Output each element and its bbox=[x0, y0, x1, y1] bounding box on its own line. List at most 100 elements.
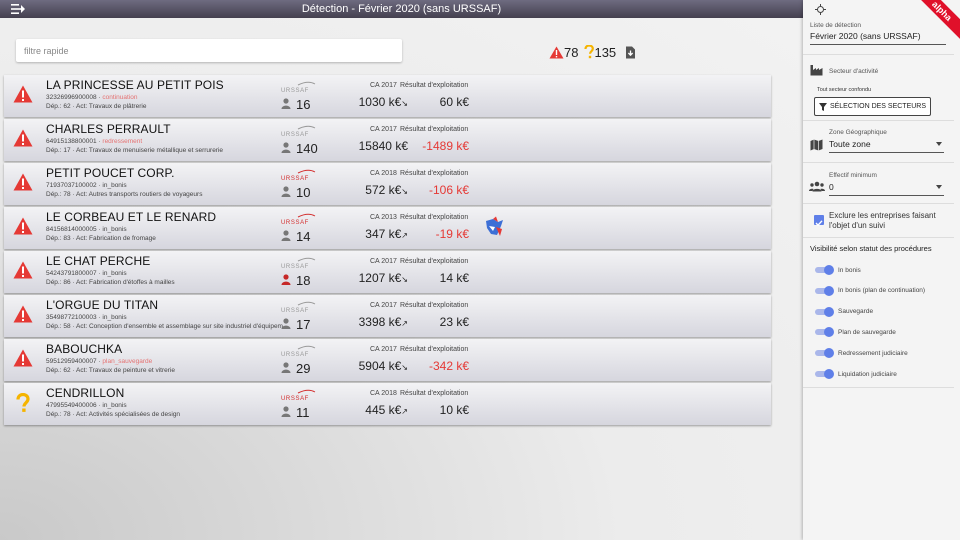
procedure-toggle-row: In bonis (plan de continuation) bbox=[815, 285, 925, 297]
result-label: Résultat d'exploitation bbox=[400, 214, 469, 221]
company-list: LA PRINCESSE AU PETIT POIS 3232699690000… bbox=[4, 75, 771, 427]
siret-line: 54243791800007 · in_bonis bbox=[46, 270, 127, 277]
effectif-icon bbox=[281, 98, 291, 109]
zone-select-underline bbox=[829, 152, 944, 153]
company-card[interactable]: LA PRINCESSE AU PETIT POIS 3232699690000… bbox=[4, 75, 771, 117]
ca-year: CA 2013 bbox=[370, 214, 397, 221]
svg-text:URSSAF: URSSAF bbox=[281, 396, 309, 401]
activity-line: Dép.: 78 · Act: Activités spécialisées d… bbox=[46, 411, 181, 418]
exclude-checkbox[interactable] bbox=[814, 215, 824, 227]
ca-year: CA 2017 bbox=[370, 126, 397, 133]
company-card[interactable]: PETIT POUCET CORP. 71937037100002 · in_b… bbox=[4, 163, 771, 205]
zone-select[interactable]: Toute zone bbox=[829, 139, 871, 149]
urssaf-logo-icon: URSSAF bbox=[281, 389, 316, 401]
procedure-toggle-row: Liquidation judiciaire bbox=[815, 368, 897, 380]
company-card[interactable]: L'ORGUE DU TITAN 35498772100003 · in_bon… bbox=[4, 295, 771, 337]
company-name[interactable]: PETIT POUCET CORP. bbox=[46, 166, 175, 180]
download-icon[interactable] bbox=[625, 46, 636, 59]
list-select[interactable]: Février 2020 (sans URSSAF) bbox=[810, 31, 921, 41]
procedure-toggle[interactable] bbox=[815, 285, 834, 296]
activity-line: Dép.: 86 · Act: Fabrication d'étoffes à … bbox=[46, 279, 175, 286]
activity-line: Dép.: 17 · Act: Travaux de menuiserie mé… bbox=[46, 147, 224, 154]
ca-year: CA 2017 bbox=[370, 82, 397, 89]
zone-dropdown-icon[interactable] bbox=[936, 142, 942, 146]
siret-line: 47995549400006 · in_bonis bbox=[46, 402, 127, 409]
procedure-toggle[interactable] bbox=[815, 369, 834, 379]
company-name[interactable]: CENDRILLON bbox=[46, 386, 124, 400]
company-name[interactable]: CHARLES PERRAULT bbox=[46, 122, 171, 136]
siret-line: 35498772100003 · in_bonis bbox=[46, 314, 127, 321]
effectif-value: 140 bbox=[296, 141, 318, 156]
procedure-toggle[interactable] bbox=[815, 348, 834, 359]
siret-line: 59512959400007 · plan_sauvegarde bbox=[46, 358, 153, 365]
level-indicator bbox=[4, 207, 42, 249]
procedure-toggle[interactable] bbox=[815, 306, 834, 317]
effectif-value: 10 bbox=[296, 185, 311, 200]
company-card[interactable]: CENDRILLON 47995549400006 · in_bonis Dép… bbox=[4, 383, 771, 425]
svg-text:URSSAF: URSSAF bbox=[281, 220, 309, 225]
result-value: -1489 k€ bbox=[422, 139, 469, 153]
activity-line: Dép.: 62 · Act: Travaux de peinture et v… bbox=[46, 367, 175, 374]
effectif-icon bbox=[281, 230, 291, 241]
counters: 78 135 bbox=[549, 44, 636, 60]
search-input[interactable]: filtre rapide bbox=[16, 39, 402, 62]
svg-text:URSSAF: URSSAF bbox=[281, 308, 309, 313]
ca-year: CA 2018 bbox=[370, 170, 397, 177]
procedure-status: in_bonis bbox=[102, 402, 127, 409]
siret-line: 32326996900008 · continuation bbox=[46, 94, 138, 101]
level-indicator bbox=[4, 251, 42, 293]
effectif-select-underline bbox=[829, 195, 944, 196]
siret: 54243791800007 bbox=[46, 270, 97, 277]
effectif-select[interactable]: 0 bbox=[829, 182, 834, 192]
company-name[interactable]: LA PRINCESSE AU PETIT POIS bbox=[46, 78, 224, 92]
list-label: Liste de détection bbox=[810, 22, 861, 29]
activity-line: Dép.: 83 · Act: Fabrication de fromage bbox=[46, 235, 156, 242]
result-value: 14 k€ bbox=[439, 271, 469, 285]
company-card[interactable]: BABOUCHKA 59512959400007 · plan_sauvegar… bbox=[4, 339, 771, 381]
procedure-toggle[interactable] bbox=[815, 327, 834, 338]
crosshair-icon[interactable] bbox=[815, 4, 826, 15]
procedure-label: Sauvegarde bbox=[838, 308, 874, 316]
procedure-label: Liquidation judiciaire bbox=[838, 370, 897, 378]
urssaf-logo-icon: URSSAF bbox=[281, 169, 316, 181]
result-label: Résultat d'exploitation bbox=[400, 126, 469, 133]
company-name[interactable]: LE CHAT PERCHE bbox=[46, 254, 150, 268]
ca-year: CA 2018 bbox=[370, 390, 397, 397]
siret-line: 84156814000005 · in_bonis bbox=[46, 226, 127, 233]
siret: 59512959400007 bbox=[46, 358, 97, 365]
company-card[interactable]: LE CHAT PERCHE 54243791800007 · in_bonis… bbox=[4, 251, 771, 293]
level-indicator bbox=[4, 119, 42, 161]
effectif-dropdown-icon[interactable] bbox=[936, 185, 942, 189]
siret: 47995549400006 bbox=[46, 402, 97, 409]
company-name[interactable]: BABOUCHKA bbox=[46, 342, 122, 356]
procedure-status: continuation bbox=[102, 94, 138, 101]
company-card[interactable]: CHARLES PERRAULT 64915138800001 · redres… bbox=[4, 119, 771, 161]
alert-icon bbox=[13, 305, 33, 323]
select-sectors-button[interactable]: SÉLECTION DES SECTEURS bbox=[814, 97, 931, 116]
exclude-label: Exclure les entreprises faisant l'objet … bbox=[829, 211, 936, 230]
svg-text:URSSAF: URSSAF bbox=[281, 352, 309, 357]
siret-line: 71937037100002 · in_bonis bbox=[46, 182, 127, 189]
result-value: -19 k€ bbox=[435, 227, 469, 241]
alert-icon bbox=[13, 349, 33, 367]
alert-icon bbox=[13, 261, 33, 279]
company-card[interactable]: LE CORBEAU ET LE RENARD 84156814000005 ·… bbox=[4, 207, 771, 249]
urssaf-logo-icon: URSSAF bbox=[281, 301, 316, 313]
alert-icon bbox=[13, 129, 33, 147]
level-indicator bbox=[4, 339, 42, 381]
alert-count: 78 bbox=[564, 44, 579, 60]
effectif-value: 16 bbox=[296, 97, 311, 112]
effectif-label: Effectif minimum bbox=[829, 172, 877, 179]
procedure-toggle-row: Plan de sauvegarde bbox=[815, 326, 896, 338]
result-label: Résultat d'exploitation bbox=[400, 170, 469, 177]
svg-text:URSSAF: URSSAF bbox=[281, 176, 309, 181]
procedure-toggle[interactable] bbox=[815, 265, 834, 275]
company-name[interactable]: L'ORGUE DU TITAN bbox=[46, 298, 158, 312]
procedure-toggle-row: Sauvegarde bbox=[815, 306, 873, 318]
urssaf-logo-icon: URSSAF bbox=[281, 125, 316, 137]
company-name[interactable]: LE CORBEAU ET LE RENARD bbox=[46, 210, 216, 224]
urssaf-logo-icon: URSSAF bbox=[281, 345, 316, 357]
procedure-status: in_bonis bbox=[102, 182, 127, 189]
list-select-underline bbox=[810, 44, 946, 45]
procedure-status: in_bonis bbox=[102, 314, 127, 321]
